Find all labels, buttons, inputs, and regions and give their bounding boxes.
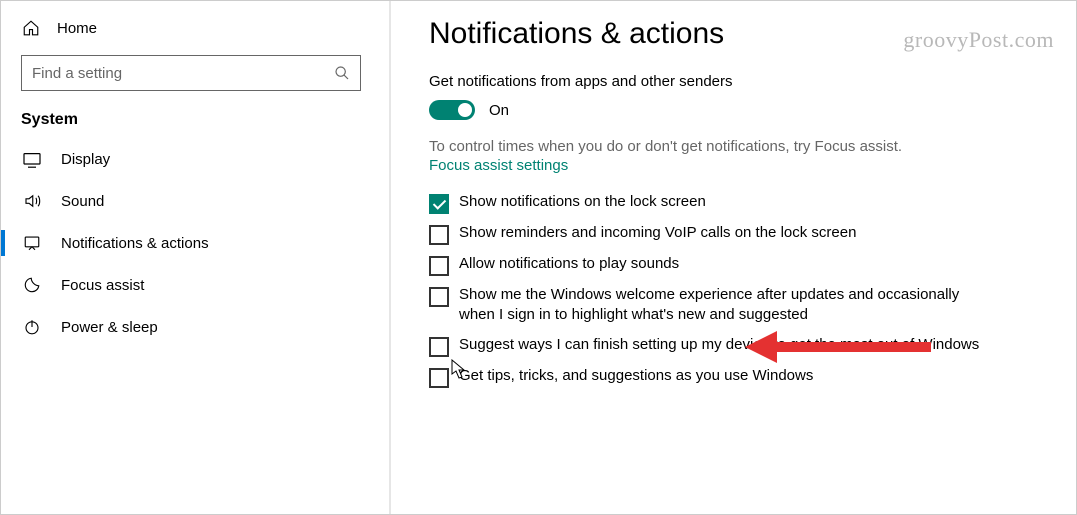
- sidebar-item-display[interactable]: Display: [1, 139, 389, 180]
- notifications-icon: [21, 234, 43, 252]
- search-input[interactable]: Find a setting: [21, 55, 361, 91]
- checkbox-label: Allow notifications to play sounds: [459, 254, 679, 274]
- sidebar-item-label: Power & sleep: [61, 319, 158, 336]
- checkbox-label: Suggest ways I can finish setting up my …: [459, 335, 979, 355]
- watermark: groovyPost.com: [903, 27, 1054, 53]
- checkbox-label: Get tips, tricks, and suggestions as you…: [459, 366, 813, 386]
- sound-icon: [21, 192, 43, 210]
- sidebar-item-sound[interactable]: Sound: [1, 180, 389, 222]
- sidebar-item-power[interactable]: Power & sleep: [1, 306, 389, 348]
- sidebar-item-notifications[interactable]: Notifications & actions: [1, 222, 389, 264]
- home-icon: [21, 19, 41, 37]
- sidebar-item-label: Sound: [61, 193, 104, 210]
- search-placeholder: Find a setting: [32, 65, 122, 82]
- sidebar-item-label: Focus assist: [61, 277, 144, 294]
- checkbox-reminders[interactable]: [429, 225, 449, 245]
- home-label: Home: [57, 20, 97, 37]
- helper-text: To control times when you do or don't ge…: [429, 138, 1036, 155]
- section-title: System: [1, 105, 389, 139]
- checkbox-lock-screen[interactable]: [429, 194, 449, 214]
- power-icon: [21, 318, 43, 336]
- search-icon: [334, 65, 350, 81]
- checkbox-tips[interactable]: [429, 368, 449, 388]
- sidebar-item-focus-assist[interactable]: Focus assist: [1, 264, 389, 306]
- sidebar-item-label: Notifications & actions: [61, 235, 209, 252]
- toggle-state-label: On: [489, 102, 509, 119]
- checkbox-label: Show notifications on the lock screen: [459, 192, 706, 212]
- checkbox-welcome-experience[interactable]: [429, 287, 449, 307]
- sidebar-item-label: Display: [61, 151, 110, 168]
- content: groovyPost.com Notifications & actions G…: [389, 1, 1076, 514]
- checkbox-suggest-setup[interactable]: [429, 337, 449, 357]
- checkbox-play-sounds[interactable]: [429, 256, 449, 276]
- sidebar: Home Find a setting System Display Sound: [1, 1, 389, 514]
- display-icon: [21, 152, 43, 168]
- notifications-sub-label: Get notifications from apps and other se…: [429, 73, 1036, 90]
- focus-assist-link[interactable]: Focus assist settings: [429, 157, 568, 174]
- moon-icon: [21, 276, 43, 294]
- home-link[interactable]: Home: [1, 11, 389, 45]
- checkbox-label: Show reminders and incoming VoIP calls o…: [459, 223, 856, 243]
- notifications-toggle[interactable]: [429, 100, 475, 120]
- checkbox-label: Show me the Windows welcome experience a…: [459, 285, 999, 326]
